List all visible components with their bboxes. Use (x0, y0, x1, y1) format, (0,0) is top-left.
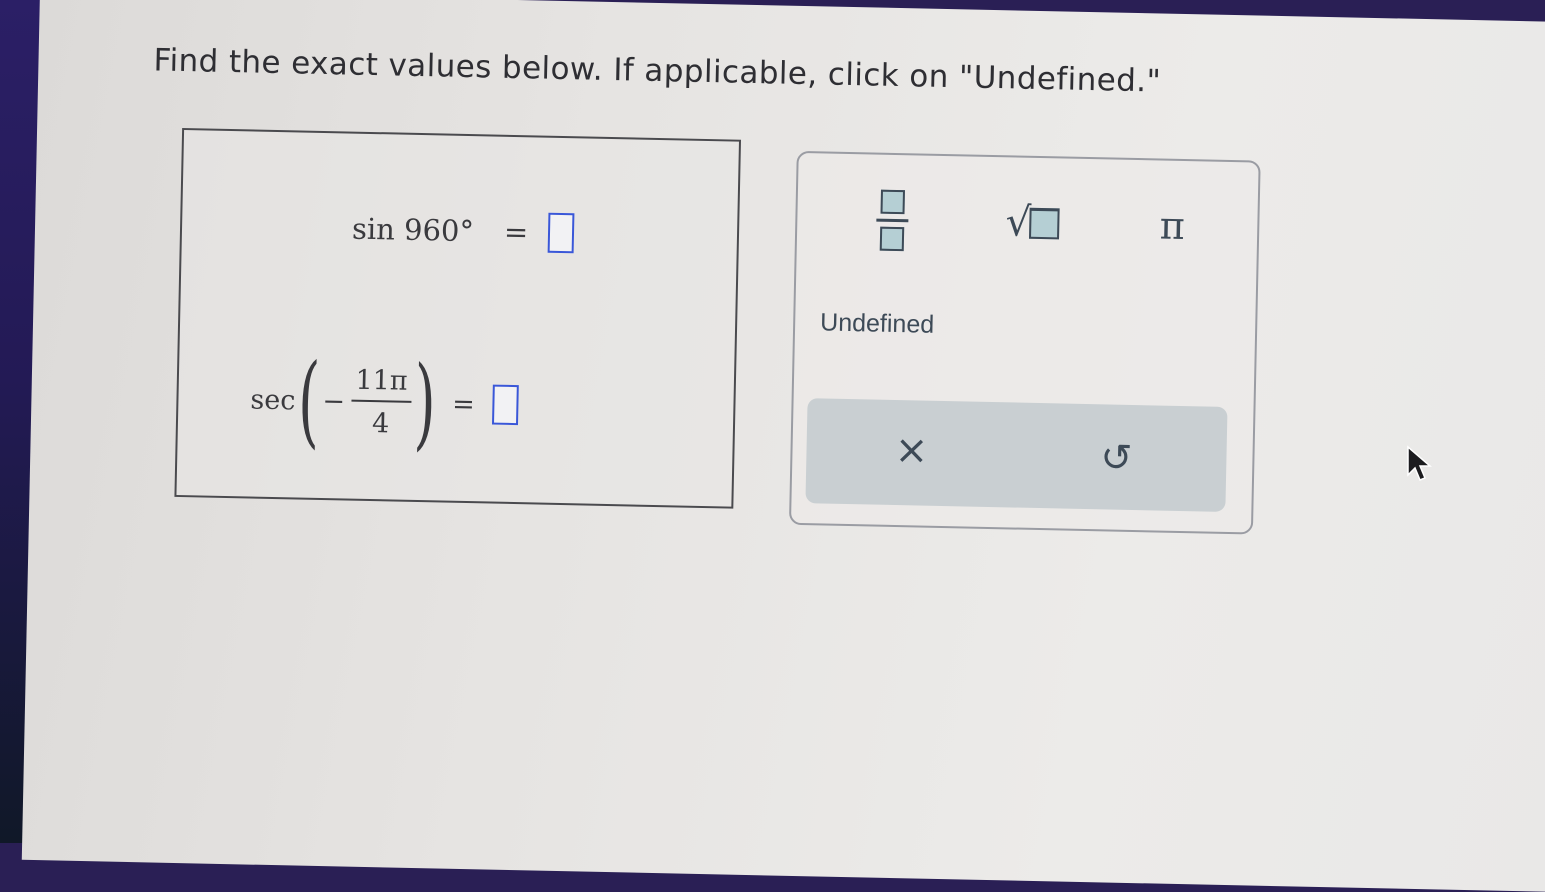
q2-answer-input[interactable] (492, 384, 520, 426)
square-root-template-icon[interactable]: √ (992, 187, 1073, 259)
question-2: sec ( − 11π 4 ) = (249, 341, 520, 462)
q2-denominator: 4 (371, 408, 390, 440)
question-panel: sin 960° = sec ( − 11π 4 ) = (174, 128, 742, 509)
instruction-text: Find the exact values below. If applicab… (153, 42, 1162, 100)
numerator-slot (880, 189, 906, 214)
q2-equals: = (451, 388, 476, 420)
q1-equals: = (503, 214, 529, 250)
action-bar: × ↺ (805, 398, 1228, 512)
q1-answer-input[interactable] (547, 212, 575, 254)
denominator-slot (879, 226, 905, 251)
undo-icon[interactable]: ↺ (1091, 432, 1142, 483)
q2-function: sec (250, 384, 296, 416)
pi-button[interactable]: π (1142, 190, 1203, 261)
q2-fraction: 11π 4 (350, 364, 412, 440)
left-paren: ( (296, 341, 321, 459)
clear-icon[interactable]: × (886, 425, 937, 476)
q1-expression: sin 960° (351, 211, 475, 249)
fraction-template-icon[interactable] (862, 184, 923, 255)
mouse-pointer-icon (1407, 445, 1433, 481)
sqrt-sign: √ (1005, 199, 1032, 246)
fraction-bar (876, 218, 909, 222)
math-palette: √ π Undefined × ↺ (788, 150, 1261, 535)
q2-numerator: 11π (351, 364, 412, 403)
screen: Find the exact values below. If applicab… (21, 0, 1545, 892)
radicand-slot (1028, 207, 1060, 239)
undefined-button[interactable]: Undefined (820, 308, 935, 339)
question-1: sin 960° = (352, 209, 575, 254)
q2-sign: − (322, 385, 346, 417)
right-paren: ) (412, 343, 437, 462)
